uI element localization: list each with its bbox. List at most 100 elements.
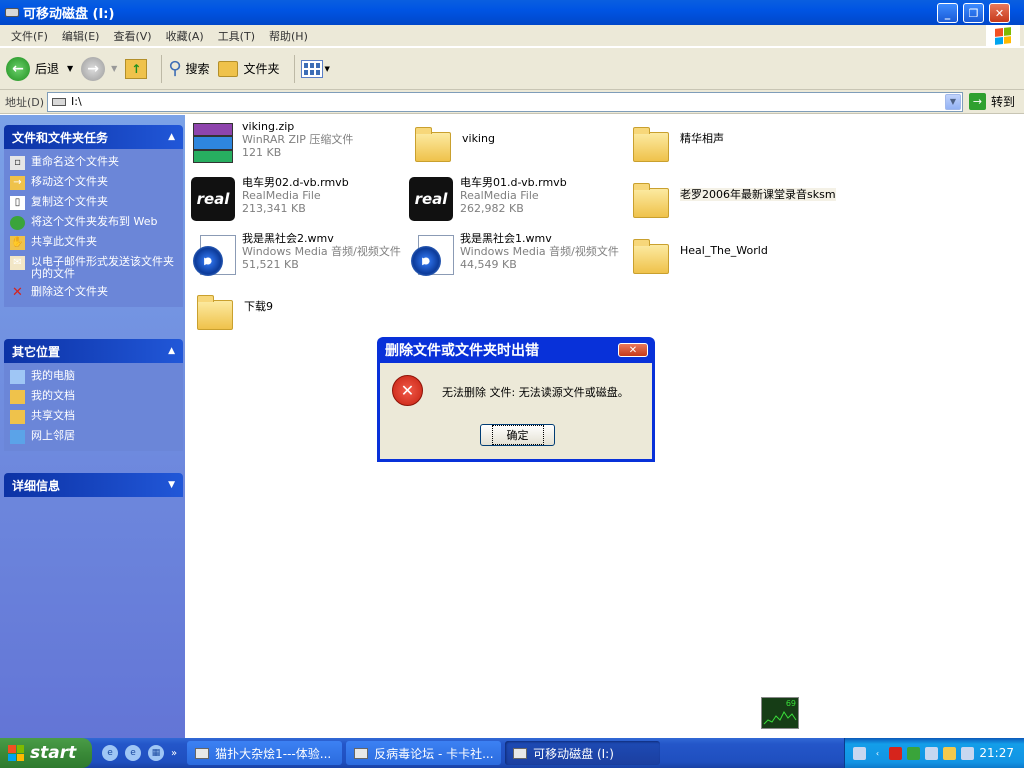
display-icon[interactable] [925,746,938,760]
task-share-folder[interactable]: ✋ 共享此文件夹 [10,233,177,253]
place-network[interactable]: 网上邻居 [10,427,177,447]
expand-icon[interactable]: ▼ [168,480,175,490]
menu-tools[interactable]: 工具(T) [211,28,262,44]
task-move-folder[interactable]: → 移动这个文件夹 [10,173,177,193]
volume-icon[interactable] [961,746,974,760]
desktop-icon[interactable]: ▦ [148,745,164,761]
collapse-icon[interactable]: ▲ [168,346,175,356]
views-button[interactable]: ▼ [300,59,330,78]
delete-x-icon: ✕ [12,285,23,300]
dialog-title: 删除文件或文件夹时出错 [385,343,539,359]
tray-expand-icon[interactable]: ‹ [871,747,884,760]
search-icon: ⚲ [168,58,182,79]
place-my-computer[interactable]: 我的电脑 [10,367,177,387]
dialog-close-button[interactable]: ✕ [618,343,648,357]
menu-bar: 文件(F) 编辑(E) 查看(V) 收藏(A) 工具(T) 帮助(H) [0,25,1024,47]
collapse-icon[interactable]: ▲ [168,132,175,142]
details-header[interactable]: 详细信息 ▼ [4,473,183,497]
quick-launch: e e ▦ » [102,745,183,761]
menu-favorites[interactable]: 收藏(A) [159,28,211,44]
antivirus-icon[interactable] [889,746,902,760]
address-bar: 地址(D) I:\ ▼ → 转到 [0,90,1024,114]
title-bar[interactable]: 可移动磁盘 (I:) _ ❐ ✕ [0,0,1024,25]
chevron-down-icon[interactable]: ▼ [67,64,73,73]
dialog-title-bar[interactable]: 删除文件或文件夹时出错 ✕ [380,337,652,363]
maximize-button[interactable]: ❐ [963,3,984,23]
folder-item[interactable]: viking [410,120,495,166]
ie-icon[interactable]: e [102,745,118,761]
folder-name: 精华相声 [680,132,724,145]
toolbar-separator [293,54,295,83]
file-type: RealMedia File [460,189,539,202]
folders-icon [217,60,238,77]
go-arrow-icon: → [969,93,986,110]
forward-arrow-icon: → [81,56,106,81]
drive-icon [5,8,19,17]
menu-file[interactable]: 文件(F) [4,28,55,44]
search-button[interactable]: ⚲ 搜索 [168,58,209,79]
task-delete-folder[interactable]: ✕ 删除这个文件夹 [10,283,177,303]
windows-logo-icon [8,745,24,761]
clock[interactable]: 21:27 [979,746,1014,760]
keyboard-icon[interactable] [853,746,866,760]
my-documents-icon [10,390,25,404]
task-copy-folder[interactable]: ▯ 复制这个文件夹 [10,193,177,213]
taskbar-task-active[interactable]: 可移动磁盘 (I:) [505,741,661,765]
close-button[interactable]: ✕ [989,3,1010,23]
network-meter-widget[interactable]: 69 [761,697,799,729]
views-icon [300,59,323,78]
network-icon[interactable] [907,746,920,760]
task-rename-folder[interactable]: ▫ 重命名这个文件夹 [10,153,177,173]
chevron-down-icon[interactable]: ▼ [111,64,117,73]
back-button[interactable]: ← 后退 ▼ [6,56,73,81]
browser-icon[interactable]: e [125,745,141,761]
go-button[interactable]: → 转到 [969,93,1015,110]
up-folder-button[interactable]: ↑ [125,58,148,79]
place-shared-documents[interactable]: 共享文档 [10,407,177,427]
task-label: 删除这个文件夹 [31,285,108,298]
file-name: viking.zip [242,120,295,133]
back-arrow-icon: ← [6,56,30,81]
menu-view[interactable]: 查看(V) [106,28,158,44]
file-item[interactable]: real 电车男01.d-vb.rmvb RealMedia File 262,98… [408,176,567,222]
folder-item[interactable]: 精华相声 [628,120,724,166]
file-type: WinRAR ZIP 压缩文件 [242,133,354,146]
file-item[interactable]: ▶ 我是黑社会2.wmv Windows Media 音频/视频文件 51,521 … [190,232,401,278]
taskbar-task[interactable]: 猫扑大杂烩1---体验... [187,741,343,765]
quick-launch-overflow-icon[interactable]: » [171,748,177,759]
ok-button[interactable]: 确定 [480,424,555,446]
place-my-documents[interactable]: 我的文档 [10,387,177,407]
task-publish-web[interactable]: 将这个文件夹发布到 Web [10,213,177,233]
file-size: 262,982 KB [460,202,524,215]
start-button[interactable]: start [0,738,92,768]
file-item[interactable]: real 电车男02.d-vb.rmvb RealMedia File 213,34… [190,176,349,222]
taskbar-task[interactable]: 反病毒论坛 - 卡卡社... [346,741,502,765]
dialog-message: 无法删除 文件: 无法读源文件或磁盘。 [442,386,629,399]
minimize-button[interactable]: _ [937,3,958,23]
address-input[interactable]: I:\ ▼ [47,91,963,112]
place-label: 我的电脑 [31,369,75,382]
address-dropdown-button[interactable]: ▼ [945,93,961,110]
place-label: 共享文档 [31,409,75,422]
file-tasks-title: 文件和文件夹任务 [12,130,109,145]
file-item[interactable]: ▶ 我是黑社会1.wmv Windows Media 音频/视频文件 44,549 … [408,232,619,278]
task-email-files[interactable]: ✉ 以电子邮件形式发送该文件夹内的文件 [10,253,177,283]
file-item[interactable]: viking.zip WinRAR ZIP 压缩文件 121 KB [190,120,353,166]
task-label: 移动这个文件夹 [31,175,108,188]
other-places-panel: 其它位置 ▲ 我的电脑 我的文档 共享文档 网上邻居 [4,339,183,451]
folder-item[interactable]: 下载9 [192,288,273,334]
menu-help[interactable]: 帮助(H) [262,28,315,44]
other-places-title: 其它位置 [12,344,61,359]
menu-edit[interactable]: 编辑(E) [55,28,107,44]
folder-item[interactable]: Heal_The_World [628,232,768,278]
task-label: 可移动磁盘 (I:) [533,746,614,761]
file-tasks-header[interactable]: 文件和文件夹任务 ▲ [4,125,183,149]
folder-item[interactable]: 老罗2006年最新课堂录音sksm [628,176,836,222]
task-label: 共享此文件夹 [31,235,97,248]
warning-icon[interactable] [943,746,956,760]
folders-button[interactable]: 文件夹 [217,60,280,77]
other-places-header[interactable]: 其它位置 ▲ [4,339,183,363]
forward-button[interactable]: → ▼ [81,56,117,81]
folder-name: Heal_The_World [680,244,768,257]
drive-icon [513,747,528,759]
